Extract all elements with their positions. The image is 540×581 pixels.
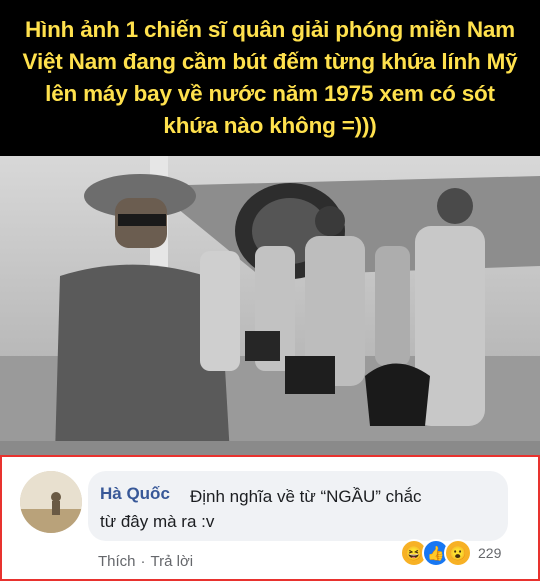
reply-link[interactable]: Trả lời — [151, 553, 194, 570]
comment-actions: Thích · Trả lời — [98, 553, 193, 570]
reaction-summary[interactable]: 😆 👍 😮 229 — [400, 539, 501, 567]
like-link[interactable]: Thích — [98, 553, 136, 570]
comment-author[interactable]: Hà Quốc — [100, 484, 170, 504]
wow-icon: 😮 — [444, 539, 472, 567]
historical-photo: top comments — [0, 156, 540, 455]
caption-line-2: Việt Nam đang cầm bút đếm từng khứa lính… — [22, 49, 518, 74]
meme-caption: Hình ảnh 1 chiến sĩ quân giải phóng miền… — [0, 0, 540, 156]
comment-card: Định nghĩa về từ “NGẦU” chắc từ đây mà r… — [0, 455, 540, 581]
avatar[interactable] — [20, 471, 82, 533]
photo-illustration — [0, 156, 540, 455]
action-separator: · — [140, 553, 146, 570]
caption-line-3: lên máy bay về nước năm 1975 xem có sót — [45, 81, 495, 106]
comment-bubble: Định nghĩa về từ “NGẦU” chắc từ đây mà r… — [88, 471, 508, 541]
caption-line-1: Hình ảnh 1 chiến sĩ quân giải phóng miền… — [24, 17, 515, 42]
caption-line-4: khứa nào không =))) — [163, 113, 377, 138]
reaction-count: 229 — [478, 545, 502, 561]
